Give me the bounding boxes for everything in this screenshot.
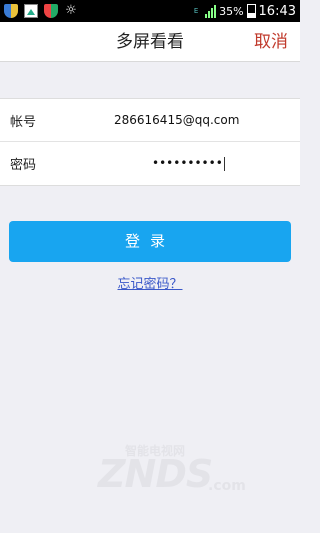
account-input[interactable]: 286616415@qq.com [114, 113, 289, 127]
shield-icon [44, 4, 58, 18]
picture-icon [24, 4, 38, 18]
password-dots: •••••••••• [152, 156, 223, 171]
network-type-icon: E [193, 6, 199, 15]
watermark-title: ZNDS [98, 452, 213, 496]
status-bar: ☼ E 35% 16:43 [0, 0, 300, 22]
watermark-logo: 智能电视网 ZNDS .com [90, 440, 260, 510]
login-form: 帐号 286616415@qq.com 密码 •••••••••• [0, 98, 300, 186]
password-label: 密码 [10, 158, 37, 173]
password-input[interactable]: •••••••••• [152, 156, 320, 171]
login-button[interactable]: 登录 [9, 221, 291, 262]
brightness-icon: ☼ [65, 3, 77, 18]
account-label: 帐号 [10, 114, 37, 130]
shield-icon [4, 4, 18, 18]
signal-icon [205, 4, 217, 18]
password-row: 密码 •••••••••• [0, 142, 300, 185]
text-cursor [223, 156, 225, 171]
battery-percent: 35% [219, 4, 244, 18]
cancel-button[interactable]: 取消 [254, 22, 288, 62]
notification-icons: ☼ [4, 4, 78, 18]
system-indicators: E 35% 16:43 [190, 4, 296, 19]
account-row: 帐号 286616415@qq.com [0, 99, 300, 142]
clock: 16:43 [258, 3, 296, 19]
watermark-suffix: .com [208, 478, 246, 494]
header: 多屏看看 取消 [0, 22, 300, 62]
forgot-password-link[interactable]: 忘记密码？ [0, 273, 300, 292]
battery-icon [246, 4, 256, 18]
